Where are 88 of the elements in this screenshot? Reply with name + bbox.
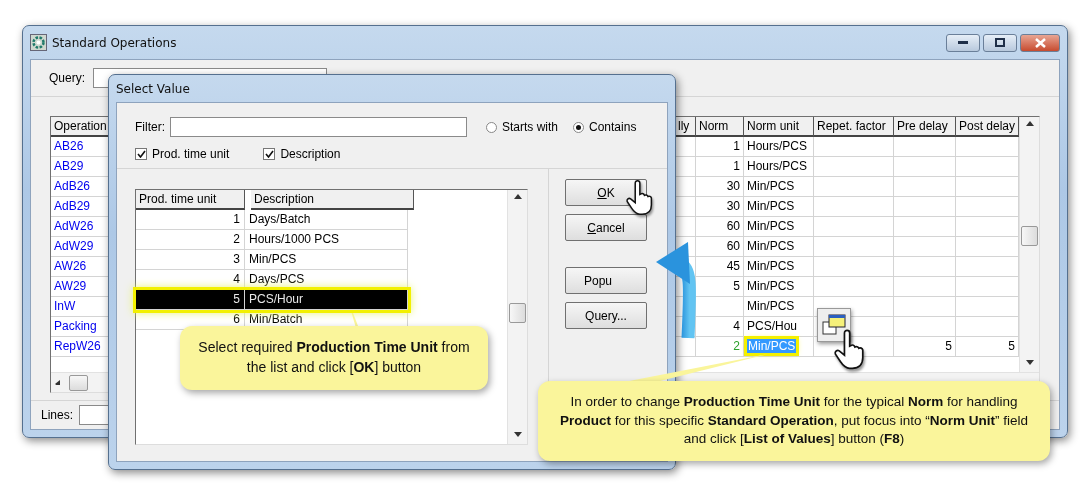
table-cell: 60 — [696, 217, 744, 237]
column-header[interactable]: Description — [251, 190, 414, 210]
query-label: Query: — [49, 71, 85, 85]
table-cell: 30 — [696, 177, 744, 197]
close-icon — [1034, 37, 1046, 48]
table-cell: 45 — [696, 257, 744, 277]
filter-label: Filter: — [135, 120, 165, 134]
filter-field[interactable] — [170, 117, 467, 137]
maximize-button[interactable] — [983, 33, 1017, 52]
list-cell[interactable]: Days/Batch — [245, 210, 408, 230]
minimize-icon — [958, 41, 968, 44]
close-button[interactable] — [1020, 33, 1060, 52]
table-cell[interactable]: Min/PCS — [744, 217, 814, 237]
scroll-left-icon[interactable] — [55, 380, 63, 385]
table-cell — [894, 157, 956, 177]
table-cell: 60 — [696, 237, 744, 257]
column-header[interactable]: Norm unit — [744, 117, 814, 137]
table-cell[interactable]: Min/PCS — [744, 297, 814, 317]
radio-button[interactable] — [486, 121, 497, 133]
table-cell: 1 — [696, 157, 744, 177]
list-cell[interactable]: 2 — [136, 230, 245, 250]
list-cell[interactable]: Min/PCS — [245, 250, 408, 270]
vertical-scrollbar[interactable] — [1019, 117, 1039, 372]
table-cell[interactable]: Min/PCS — [744, 237, 814, 257]
scroll-down-icon[interactable] — [513, 432, 522, 437]
lines-label: Lines: — [41, 408, 74, 422]
minimize-button[interactable] — [946, 33, 980, 52]
list-cell[interactable]: 3 — [136, 250, 245, 270]
table-cell — [894, 317, 956, 337]
checkbox-label[interactable]: Prod. time unit — [152, 147, 230, 161]
list-row[interactable]: 2 Hours/1000 PCS — [136, 230, 408, 250]
scroll-up-icon[interactable] — [1025, 121, 1034, 126]
table-cell — [894, 217, 956, 237]
table-cell — [894, 137, 956, 157]
scroll-down-icon[interactable] — [1025, 360, 1034, 365]
list-cell[interactable]: PCS/Hour — [245, 290, 408, 310]
windows-icon — [822, 314, 846, 336]
table-cell — [894, 177, 956, 197]
dialog-title: Select Value — [116, 81, 190, 96]
table-cell — [894, 257, 956, 277]
radio-label[interactable]: Starts with — [502, 120, 558, 134]
table-cell[interactable]: Min/PCS — [744, 277, 814, 297]
list-row[interactable]: 3 Min/PCS — [136, 250, 408, 270]
table-cell — [894, 197, 956, 217]
table-cell — [894, 297, 956, 317]
dialog-button[interactable]: Cancel — [565, 214, 647, 241]
checkbox[interactable] — [263, 148, 276, 160]
vertical-scrollbar[interactable] — [507, 190, 527, 444]
table-cell — [894, 277, 956, 297]
list-row[interactable]: 5 PCS/Hour — [136, 290, 408, 310]
scroll-up-icon[interactable] — [513, 194, 522, 199]
column-header[interactable]: lly — [675, 117, 696, 137]
column-header[interactable]: Repet. factor — [814, 117, 894, 137]
list-cell[interactable]: 1 — [136, 210, 245, 230]
table-cell[interactable]: Min/PCS — [744, 197, 814, 217]
table-cell: 5 — [894, 337, 956, 357]
callout-text: Select required Production Time Unit from the list and click [OK] button — [197, 338, 471, 377]
list-cell[interactable]: Hours/1000 PCS — [245, 230, 408, 250]
radio-button[interactable] — [573, 121, 584, 133]
table-cell — [894, 237, 956, 257]
checkbox-label[interactable]: Description — [280, 147, 341, 161]
column-header[interactable]: Pre delay — [894, 117, 956, 137]
list-row[interactable]: 1 Days/Batch — [136, 210, 408, 230]
list-cell[interactable]: 5 — [136, 290, 245, 310]
window-title: Standard Operations — [52, 35, 177, 50]
table-cell[interactable]: Hours/PCS — [744, 137, 814, 157]
scroll-thumb[interactable] — [69, 374, 88, 391]
radio-label[interactable]: Contains — [589, 120, 637, 134]
list-of-values-button[interactable] — [817, 308, 851, 342]
table-cell[interactable]: Hours/PCS — [744, 157, 814, 177]
table-cell: 4 — [696, 317, 744, 337]
scroll-thumb[interactable] — [509, 303, 526, 323]
column-header[interactable]: Prod. time unit — [136, 190, 245, 210]
checkbox[interactable] — [135, 148, 147, 160]
maximize-icon — [995, 38, 1005, 47]
app-icon — [30, 34, 47, 51]
scroll-thumb[interactable] — [1021, 226, 1038, 246]
table-cell: 5 — [696, 277, 744, 297]
callout-text: In order to change Production Time Unit for the typical Norm for handling Product for this specific Standard Operation, put focus into “Norm Unit” field and click [List of Values] button (F8) — [558, 392, 1030, 449]
table-cell — [696, 297, 744, 317]
table-cell[interactable]: Min/PCS — [744, 257, 814, 277]
table-cell: 1 — [696, 137, 744, 157]
dialog-button[interactable]: Query... — [565, 302, 647, 329]
table-cell[interactable]: Min/PCS — [744, 177, 814, 197]
dialog-button[interactable]: Popu — [565, 267, 647, 294]
column-header[interactable]: Post delay — [956, 117, 1019, 137]
table-cell: 30 — [696, 197, 744, 217]
column-header[interactable]: Norm — [696, 117, 744, 137]
